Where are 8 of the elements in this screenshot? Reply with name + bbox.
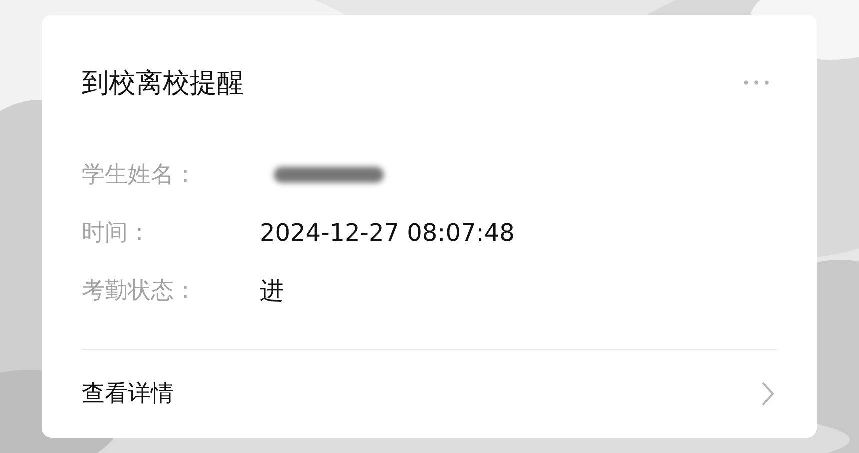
- card-title: 到校离校提醒: [82, 66, 244, 101]
- field-label: 时间：: [82, 218, 152, 248]
- field-label: 考勤状态：: [82, 276, 198, 306]
- chevron-right-icon: [761, 381, 775, 407]
- field-value: 2024-12-27 08:07:48: [260, 218, 515, 249]
- view-details-link[interactable]: 查看详情: [42, 350, 817, 438]
- field-label: 学生姓名：: [82, 160, 198, 190]
- field-value: 进: [260, 276, 284, 307]
